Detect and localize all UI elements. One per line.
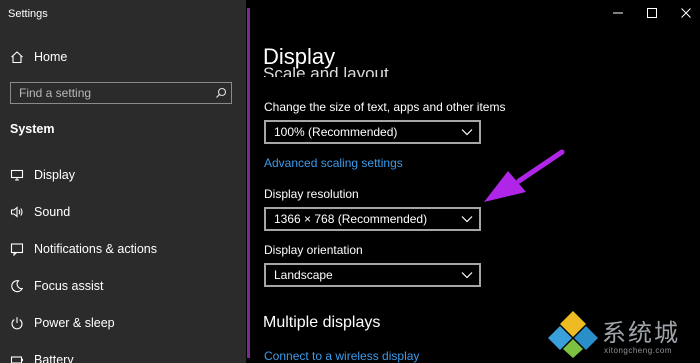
- sidebar-item-label: Battery: [34, 353, 74, 363]
- sidebar-item-power-sleep[interactable]: Power & sleep: [0, 308, 246, 338]
- search-box[interactable]: [10, 82, 232, 104]
- sidebar-item-label: Sound: [34, 205, 71, 219]
- scale-value: 100% (Recommended): [274, 125, 398, 139]
- speaker-icon: [10, 205, 24, 219]
- watermark-subtext: xitongcheng.com: [604, 346, 672, 355]
- section-header-system: System: [10, 122, 55, 136]
- section-heading-scale-layout: Scale and layout: [263, 61, 389, 77]
- orientation-dropdown[interactable]: Landscape: [264, 263, 481, 287]
- search-icon[interactable]: [211, 87, 231, 99]
- scale-label: Change the size of text, apps and other …: [264, 100, 506, 114]
- chevron-down-icon: [461, 271, 473, 279]
- watermark-logo-icon: [548, 308, 598, 363]
- chevron-down-icon: [461, 128, 473, 136]
- minimize-icon[interactable]: [606, 4, 630, 22]
- search-input[interactable]: [11, 82, 211, 104]
- window-title: Settings: [8, 8, 48, 20]
- sidebar-item-label: Focus assist: [34, 279, 104, 293]
- maximize-icon[interactable]: [640, 4, 664, 22]
- battery-icon: [10, 353, 24, 363]
- sidebar-item-label: Power & sleep: [34, 316, 115, 330]
- wireless-display-link[interactable]: Connect to a wireless display: [264, 349, 419, 363]
- resolution-dropdown[interactable]: 1366 × 768 (Recommended): [264, 207, 481, 231]
- resolution-value: 1366 × 768 (Recommended): [274, 212, 428, 226]
- notification-icon: [10, 242, 24, 256]
- sidebar: Settings Home System Display Sound Notif…: [0, 0, 246, 363]
- watermark-text: 系统城: [602, 320, 680, 347]
- sidebar-item-display[interactable]: Display: [0, 160, 246, 190]
- sidebar-item-home[interactable]: Home: [0, 42, 246, 72]
- sidebar-item-label: Display: [34, 168, 75, 182]
- monitor-icon: [10, 168, 24, 182]
- sidebar-item-label: Notifications & actions: [34, 242, 157, 256]
- scale-dropdown[interactable]: 100% (Recommended): [264, 120, 481, 144]
- moon-icon: [10, 279, 24, 293]
- sidebar-item-notifications[interactable]: Notifications & actions: [0, 234, 246, 264]
- scroll-accent-bar: [247, 8, 250, 358]
- orientation-label: Display orientation: [264, 243, 363, 257]
- advanced-scaling-link[interactable]: Advanced scaling settings: [264, 156, 403, 170]
- main-panel: Display Scale and layout Change the size…: [246, 0, 700, 363]
- chevron-down-icon: [461, 215, 473, 223]
- close-icon[interactable]: [674, 4, 698, 22]
- section-heading-label: Scale and layout: [263, 64, 389, 77]
- sidebar-item-sound[interactable]: Sound: [0, 197, 246, 227]
- home-icon: [10, 50, 24, 64]
- orientation-value: Landscape: [274, 268, 333, 282]
- multiple-displays-heading: Multiple displays: [263, 314, 381, 331]
- sidebar-item-focus-assist[interactable]: Focus assist: [0, 271, 246, 301]
- resolution-label: Display resolution: [264, 187, 359, 201]
- power-icon: [10, 316, 24, 330]
- sidebar-item-label: Home: [34, 50, 68, 64]
- sidebar-item-battery[interactable]: Battery: [0, 345, 246, 363]
